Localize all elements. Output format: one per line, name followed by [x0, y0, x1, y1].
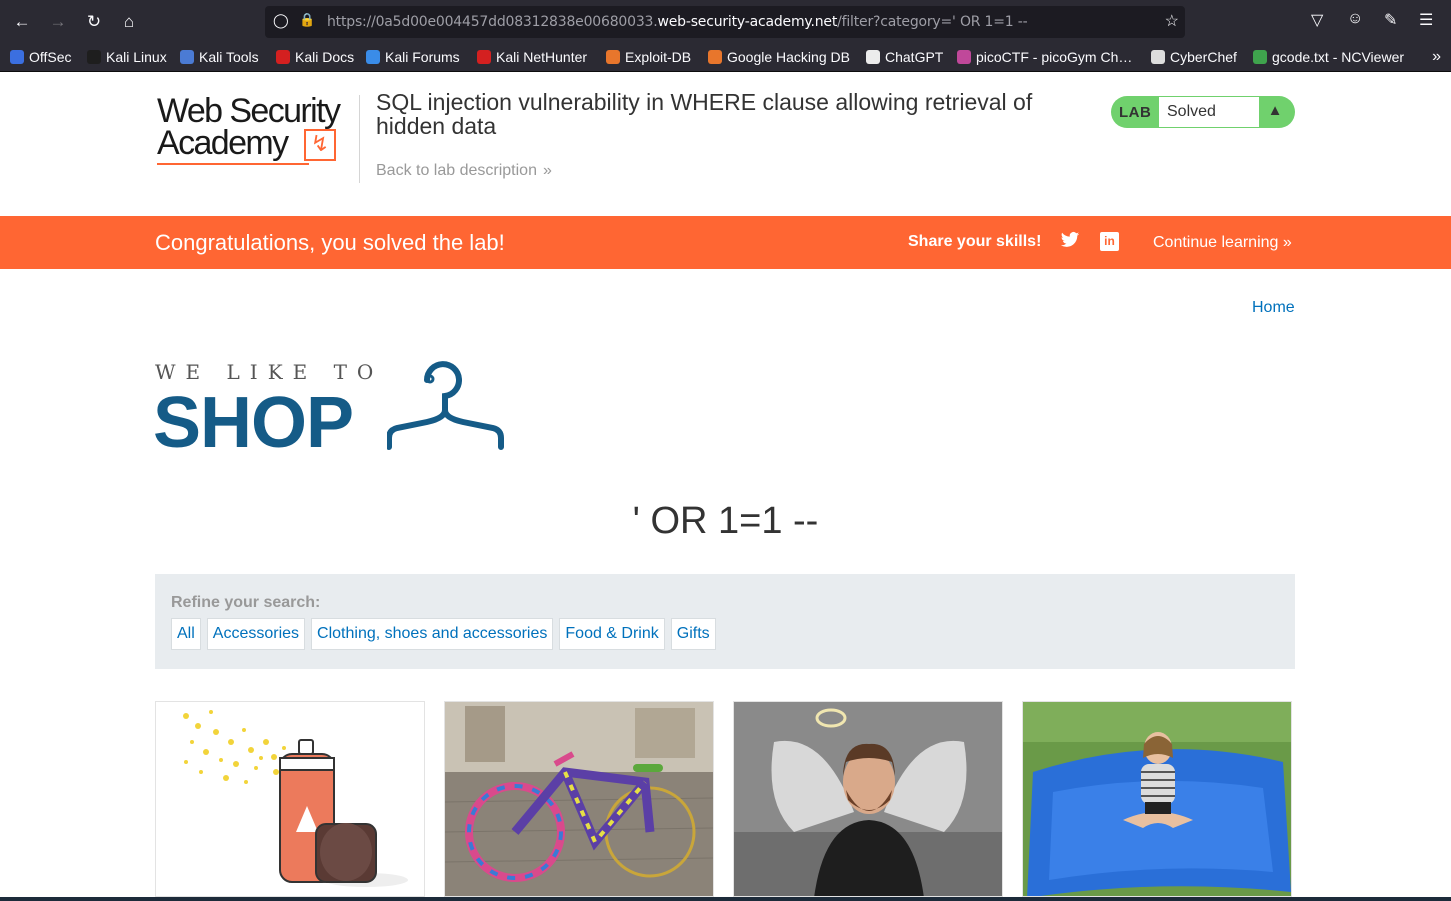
twitter-icon[interactable]	[1060, 230, 1080, 250]
category-filter-link[interactable]: Clothing, shoes and accessories	[311, 618, 554, 650]
category-filter-link[interactable]: Gifts	[670, 618, 716, 650]
category-filter-link[interactable]: Food & Drink	[559, 618, 665, 650]
browser-toolbar: ← → ↻ ⌂ ◯ 🔒 https://0a5d00e004457dd08312…	[0, 0, 1451, 44]
product-image-bean-bag[interactable]	[1022, 701, 1292, 897]
bookmark-favicon-icon	[180, 50, 194, 64]
hanger-icon	[387, 361, 504, 450]
back-arrow-icon[interactable]: ←	[9, 9, 35, 35]
lab-badge: LAB	[1119, 104, 1152, 121]
back-to-lab-link[interactable]: Back to lab description»	[376, 162, 552, 180]
category-filter-link[interactable]: All	[171, 618, 201, 650]
bookmark-label: CyberChef	[1170, 49, 1237, 65]
category-heading: ' OR 1=1 --	[632, 500, 819, 542]
product-grid	[155, 701, 1295, 901]
congrats-message: Congratulations, you solved the lab!	[155, 230, 505, 255]
bookmark-favicon-icon	[866, 50, 880, 64]
bookmark-star-icon[interactable]: ☆	[1165, 11, 1179, 31]
bookmarks-bar: OffSec Kali Linux Kali Tools Kali Docs Kali …	[0, 44, 1451, 72]
lock-icon[interactable]: 🔒	[299, 12, 315, 28]
bookmark-label: Google Hacking DB	[727, 49, 850, 65]
logo-underline	[157, 163, 309, 165]
academy-header: Web Security Academy ↯ SQL injection vul…	[0, 73, 1451, 216]
bookmark-favicon-icon	[366, 50, 380, 64]
category-filter-link[interactable]: Accessories	[206, 618, 306, 650]
address-bar[interactable]: ◯ 🔒 https://0a5d00e004457dd08312838e0068…	[265, 6, 1185, 38]
shop-tagline: WE LIKE TO	[155, 360, 384, 384]
lab-title: SQL injection vulnerability in WHERE cla…	[376, 89, 1033, 139]
bookmark-favicon-icon	[10, 50, 24, 64]
bookmark-item[interactable]: picoCTF - picoGym Ch…	[957, 49, 1132, 65]
refine-label: Refine your search:	[171, 594, 321, 611]
bookmark-item[interactable]: Google Hacking DB	[708, 49, 850, 65]
share-label: Share your skills!	[908, 233, 1042, 250]
bookmark-label: gcode.txt - NCViewer	[1272, 49, 1405, 65]
flask-icon: ▲	[1267, 102, 1283, 119]
bookmark-item[interactable]: CyberChef	[1151, 49, 1237, 65]
category-filters: All Accessories Clothing, shoes and access…	[171, 618, 716, 650]
logo-line-2: Academy	[157, 124, 289, 162]
bookmark-item[interactable]: OffSec	[10, 49, 72, 65]
bookmark-label: picoCTF - picoGym Ch…	[976, 49, 1133, 65]
taskbar-edge	[0, 897, 1451, 901]
url-text[interactable]: https://0a5d00e004457dd08312838e00680033…	[327, 14, 1028, 30]
bookmark-favicon-icon	[1151, 50, 1165, 64]
we-like-to-shop-logo: WE LIKE TO SHOP	[153, 360, 515, 463]
bookmark-item[interactable]: Kali Docs	[276, 49, 354, 65]
solved-banner: Congratulations, you solved the lab! Sha…	[0, 216, 1451, 269]
bookmark-item[interactable]: Kali Tools	[180, 49, 259, 65]
reload-icon[interactable]: ↻	[81, 9, 107, 35]
logo-bolt-icon: ↯	[304, 129, 336, 161]
bookmarks-overflow-icon[interactable]: »	[1432, 48, 1441, 66]
filter-panel: Refine your search: All Accessories Clothi…	[155, 574, 1295, 669]
product-image-angel-man[interactable]	[733, 701, 1003, 897]
bookmark-favicon-icon	[606, 50, 620, 64]
bookmark-label: Kali Tools	[199, 49, 259, 65]
bookmark-item[interactable]: Exploit-DB	[606, 49, 691, 65]
bookmark-item[interactable]: ChatGPT	[866, 49, 943, 65]
bookmark-label: Kali Linux	[106, 49, 167, 65]
bookmark-label: Exploit-DB	[625, 49, 692, 65]
bookmark-favicon-icon	[87, 50, 101, 64]
bookmark-label: OffSec	[29, 49, 72, 65]
linkedin-icon[interactable]: in	[1100, 232, 1119, 251]
product-image-yarn-bike[interactable]	[444, 701, 714, 897]
bookmark-favicon-icon	[276, 50, 290, 64]
bookmark-item[interactable]: gcode.txt - NCViewer	[1253, 49, 1404, 65]
tracking-shield-icon[interactable]: ◯	[273, 12, 289, 29]
bookmark-item[interactable]: Kali Forums	[366, 49, 460, 65]
bookmark-label: ChatGPT	[885, 49, 944, 65]
bookmark-item[interactable]: Kali NetHunter	[477, 49, 587, 65]
bookmark-favicon-icon	[477, 50, 491, 64]
logo-line-1: Web Security	[157, 92, 341, 130]
bookmark-label: Kali Docs	[295, 49, 355, 65]
extensions-icon[interactable]: ✎	[1384, 10, 1397, 30]
lab-status-widget: LAB Solved ▲	[1111, 96, 1295, 128]
lab-status-text: Solved	[1159, 97, 1259, 127]
menu-icon[interactable]: ☰	[1419, 10, 1433, 30]
account-icon[interactable]: ☺	[1347, 10, 1363, 28]
bookmark-label: Kali Forums	[385, 49, 460, 65]
home-icon[interactable]: ⌂	[116, 9, 142, 35]
continue-learning-link[interactable]: Continue learning »	[1153, 234, 1292, 252]
home-link[interactable]: Home	[1252, 299, 1295, 317]
bookmark-item[interactable]: Kali Linux	[87, 49, 167, 65]
shop-name: SHOP	[153, 383, 354, 463]
bookmark-favicon-icon	[708, 50, 722, 64]
bookmark-favicon-icon	[957, 50, 971, 64]
bookmark-label: Kali NetHunter	[496, 49, 588, 65]
product-image-spray-can[interactable]	[155, 701, 425, 897]
double-chevron-icon: »	[542, 162, 552, 179]
forward-arrow-icon[interactable]: →	[45, 9, 71, 35]
bookmark-favicon-icon	[1253, 50, 1267, 64]
pocket-icon[interactable]: ▽	[1311, 10, 1323, 30]
header-divider	[359, 95, 360, 183]
